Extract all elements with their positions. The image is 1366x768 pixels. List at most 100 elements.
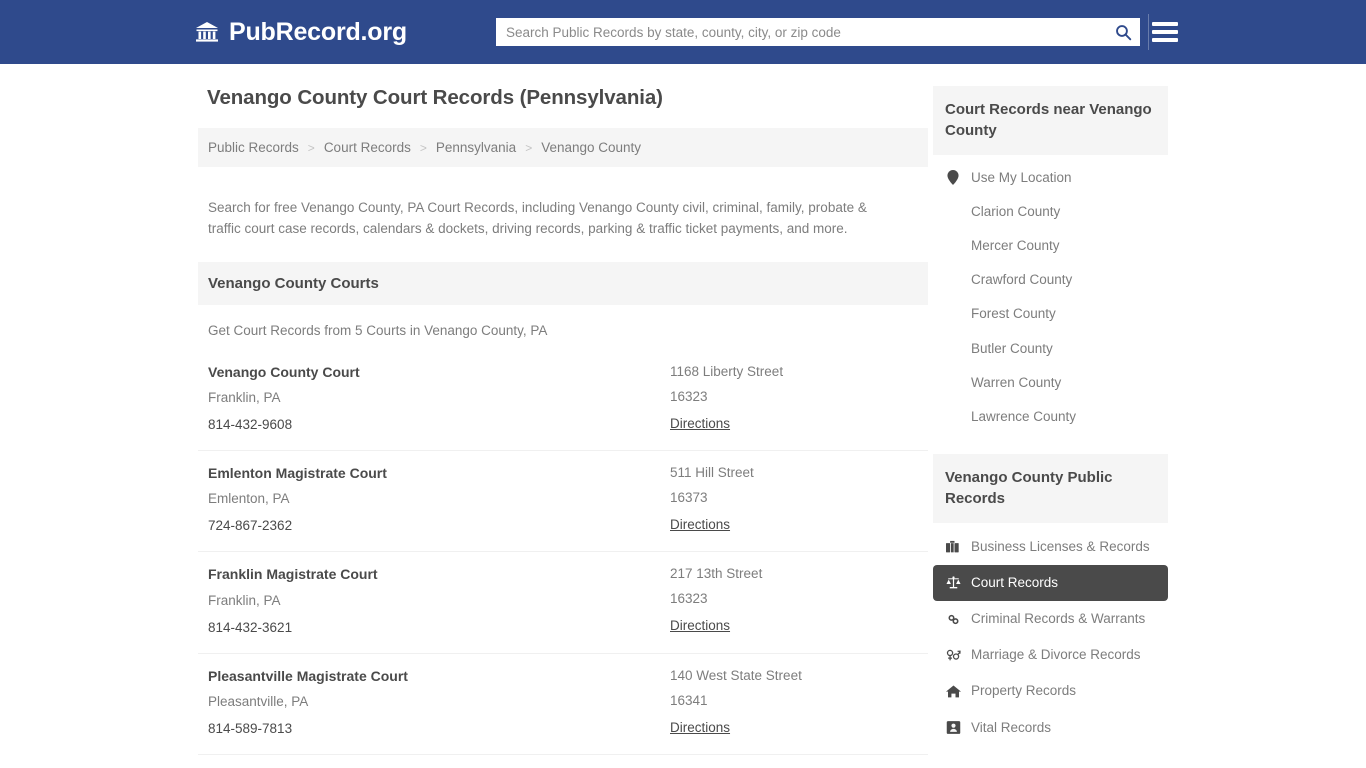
nearby-county-item-clarion-county[interactable]: Clarion County (933, 195, 1168, 229)
main-column: Venango County Court Records (Pennsylvan… (198, 86, 928, 768)
court-row: Seneca Magistrate CourtSeneca, PA814-676… (198, 755, 928, 768)
sidebar-records-title: Venango County Public Records (933, 454, 1168, 523)
nearby-county-label: Mercer County (971, 237, 1060, 253)
courts-section-header: Venango County Courts (198, 262, 928, 306)
court-row-left: Pleasantville Magistrate Court Pleasantvi… (208, 668, 670, 738)
hamburger-bar (1152, 22, 1178, 26)
court-city-state: Emlenton, PA (208, 491, 290, 507)
court-phone[interactable]: 814-432-3621 (208, 620, 292, 635)
court-row-right: 217 13th Street 16323 Directions (670, 566, 918, 636)
site-header: PubRecord.org (0, 0, 1366, 64)
public-records-label: Business Licenses & Records (971, 538, 1150, 554)
court-city-state: Franklin, PA (208, 390, 281, 406)
id-card-icon (945, 720, 961, 735)
court-row-left: Franklin Magistrate Court Franklin, PA 814… (208, 566, 670, 636)
search-input[interactable] (496, 18, 1106, 46)
court-row-right: 511 Hill Street 16373 Directions (670, 465, 918, 535)
nearby-county-item-butler-county[interactable]: Butler County (933, 332, 1168, 366)
court-city-state: Franklin, PA (208, 592, 281, 608)
court-directions-link[interactable]: Directions (670, 416, 730, 431)
public-records-item-property-records[interactable]: Property Records (933, 673, 1168, 709)
breadcrumb-item-venango-county[interactable]: Venango County (541, 140, 641, 155)
court-city-state: Pleasantville, PA (208, 693, 309, 709)
public-records-item-business-licenses-records[interactable]: Business Licenses & Records (933, 529, 1168, 565)
court-name[interactable]: Franklin Magistrate Court (208, 566, 670, 582)
court-row-right: 140 West State Street 16341 Directions (670, 668, 918, 738)
court-phone[interactable]: 724-867-2362 (208, 518, 292, 533)
court-street-address: 217 13th Street (670, 566, 763, 582)
court-phone[interactable]: 814-589-7813 (208, 721, 292, 736)
nearby-county-label: Clarion County (971, 203, 1061, 219)
court-row: Pleasantville Magistrate Court Pleasantvi… (198, 654, 928, 755)
court-zip-code: 16341 (670, 692, 708, 708)
court-directions-link[interactable]: Directions (670, 517, 730, 532)
breadcrumb-item-pennsylvania[interactable]: Pennsylvania (436, 140, 516, 155)
nearby-county-item-forest-county[interactable]: Forest County (933, 297, 1168, 331)
public-records-label: Criminal Records & Warrants (971, 611, 1146, 627)
court-zip-code: 16373 (670, 490, 708, 506)
breadcrumb-separator: > (307, 140, 315, 155)
briefcase-icon (945, 539, 961, 554)
court-row-left: Emlenton Magistrate Court Emlenton, PA 724… (208, 465, 670, 535)
nearby-county-label: Forest County (971, 306, 1056, 322)
nearby-county-item-use-my-location[interactable]: Use My Location (933, 161, 1168, 195)
breadcrumb-separator: > (525, 140, 533, 155)
court-zip-code: 16323 (670, 389, 708, 405)
court-zip-code: 16323 (670, 591, 708, 607)
breadcrumb-item-public-records[interactable]: Public Records (208, 140, 299, 155)
court-directions-link[interactable]: Directions (670, 618, 730, 633)
nearby-county-item-warren-county[interactable]: Warren County (933, 366, 1168, 400)
court-directions-link[interactable]: Directions (670, 720, 730, 735)
court-street-address: 511 Hill Street (670, 465, 754, 481)
court-street-address: 1168 Liberty Street (670, 364, 784, 380)
search-button[interactable] (1106, 18, 1140, 46)
public-records-block: Venango County Public Records Business L… (933, 454, 1168, 746)
hamburger-bar (1152, 38, 1178, 42)
nearby-county-item-mercer-county[interactable]: Mercer County (933, 229, 1168, 263)
public-records-item-court-records[interactable]: Court Records (933, 564, 1168, 602)
breadcrumb-item-court-records[interactable]: Court Records (324, 140, 411, 155)
page-intro-text: Search for free Venango County, PA Court… (208, 199, 867, 237)
map-pin-icon (945, 170, 961, 186)
gender-symbols-icon (945, 648, 961, 663)
court-row: Franklin Magistrate Court Franklin, PA 814… (198, 552, 928, 654)
breadcrumb-separator: > (419, 140, 427, 155)
hamburger-bar (1152, 30, 1178, 34)
court-phone[interactable]: 814-432-9608 (208, 417, 292, 432)
public-records-item-marriage-divorce-records[interactable]: Marriage & Divorce Records (933, 637, 1168, 673)
nearby-county-item-lawrence-county[interactable]: Lawrence County (933, 400, 1168, 434)
court-row: Venango County Court Franklin, PA 814-432-… (198, 350, 928, 452)
court-name[interactable]: Pleasantville Magistrate Court (208, 668, 670, 684)
courts-section-subtitle: Get Court Records from 5 Courts in Venan… (208, 323, 548, 339)
court-name[interactable]: Venango County Court (208, 364, 670, 380)
search-bar (496, 18, 1140, 46)
nearby-county-item-crawford-county[interactable]: Crawford County (933, 263, 1168, 297)
court-row-left: Venango County Court Franklin, PA 814-432-… (208, 364, 670, 434)
public-records-label: Vital Records (971, 719, 1052, 735)
nearby-county-label: Butler County (971, 340, 1053, 356)
home-icon (945, 684, 961, 699)
content-container: Venango County Court Records (Pennsylvan… (198, 86, 1168, 768)
public-records-label: Property Records (971, 683, 1077, 699)
public-records-label: Marriage & Divorce Records (971, 647, 1141, 663)
nearby-county-label: Use My Location (971, 169, 1072, 185)
header-divider (1148, 14, 1149, 50)
site-logo-text: PubRecord.org (229, 17, 407, 46)
breadcrumb: Public Records > Court Records > Pennsylvani… (198, 128, 928, 167)
page-body: Venango County Court Records (Pennsylvan… (0, 64, 1366, 768)
site-logo[interactable]: PubRecord.org (194, 19, 407, 45)
public-records-item-criminal-records-warrants[interactable]: Criminal Records & Warrants (933, 601, 1168, 637)
court-row-right: 1168 Liberty Street 16323 Directions (670, 364, 918, 434)
court-name[interactable]: Emlenton Magistrate Court (208, 465, 670, 481)
public-records-label: Court Records (971, 574, 1059, 590)
hamburger-menu-icon[interactable] (1152, 19, 1178, 45)
court-street-address: 140 West State Street (670, 667, 802, 683)
sidebar: Court Records near Venango County Use My… (933, 86, 1168, 768)
public-records-item-vital-records[interactable]: Vital Records (933, 710, 1168, 746)
nearby-county-label: Warren County (971, 374, 1062, 390)
handcuffs-icon (945, 612, 961, 627)
nearby-counties-list: Use My Location Clarion County Mercer Coun… (933, 155, 1168, 435)
sidebar-near-title: Court Records near Venango County (933, 86, 1168, 155)
public-records-list: Business Licenses & Records Court Records… (933, 523, 1168, 746)
court-row: Emlenton Magistrate Court Emlenton, PA 724… (198, 451, 928, 553)
